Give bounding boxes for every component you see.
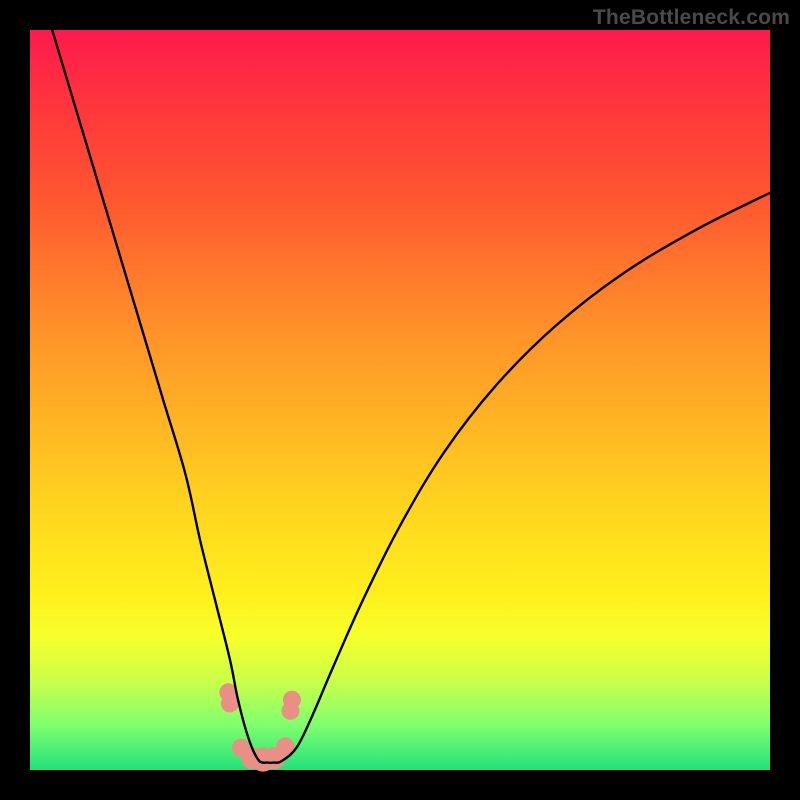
marker-dots — [219, 683, 301, 771]
chart-svg — [30, 30, 770, 770]
marker-dot — [283, 691, 301, 709]
bottleneck-curve — [52, 30, 770, 763]
watermark-text: TheBottleneck.com — [593, 6, 790, 30]
plot-area — [30, 30, 770, 770]
marker-dot — [221, 694, 239, 712]
chart-frame: TheBottleneck.com — [0, 0, 800, 800]
